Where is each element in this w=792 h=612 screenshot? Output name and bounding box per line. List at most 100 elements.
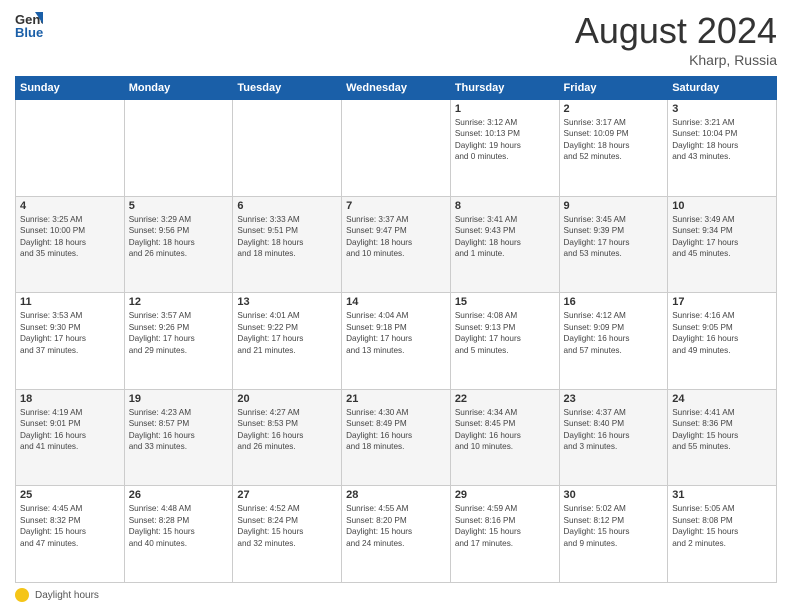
day-number: 28 — [346, 489, 446, 501]
calendar-cell: 26Sunrise: 4:48 AM Sunset: 8:28 PM Dayli… — [124, 486, 233, 583]
title-block: August 2024 Kharp, Russia — [575, 10, 777, 68]
calendar-cell — [342, 100, 451, 197]
calendar-cell: 24 Sunrise: 4:41 AM Sunset: 8:36 PM Dayli… — [668, 389, 777, 486]
calendar-cell — [16, 100, 125, 197]
calendar-cell: 4 Sunrise: 3:25 AM Sunset: 10:00 PM Dayli… — [16, 196, 125, 293]
calendar-cell: 31Sunrise: 5:05 AM Sunset: 8:08 PM Dayli… — [668, 486, 777, 583]
calendar-cell: 29 Sunrise: 4:59 AM Sunset: 8:16 PM Dayli… — [450, 486, 559, 583]
logo-icon: General Blue — [15, 10, 43, 38]
header: General Blue August 2024 Kharp, Russia — [15, 10, 777, 68]
day-info: Sunrise: 3:12 AM Sunset: 10:13 PM Daylig… — [455, 117, 555, 163]
calendar-cell: 5 Sunrise: 3:29 AM Sunset: 9:56 PM Daylig… — [124, 196, 233, 293]
calendar-table: SundayMondayTuesdayWednesdayThursdayFrid… — [15, 76, 777, 583]
day-info: Sunrise: 4:30 AM Sunset: 8:49 PM Dayligh… — [346, 407, 446, 453]
day-number: 2 — [564, 103, 664, 115]
day-number: 13 — [237, 296, 337, 308]
day-info: Sunrise: 3:21 AM Sunset: 10:04 PM Daylig… — [672, 117, 772, 163]
calendar-cell: 21 Sunrise: 4:30 AM Sunset: 8:49 PM Dayli… — [342, 389, 451, 486]
day-info: Sunrise: 3:57 AM Sunset: 9:26 PM Dayligh… — [129, 310, 229, 356]
day-number: 17 — [672, 296, 772, 308]
calendar-cell: 9Sunrise: 3:45 AM Sunset: 9:39 PM Daylig… — [559, 196, 668, 293]
calendar-header-monday: Monday — [124, 77, 233, 100]
day-number: 11 — [20, 296, 120, 308]
day-number: 26 — [129, 489, 229, 501]
day-number: 6 — [237, 200, 337, 212]
calendar-cell: 8Sunrise: 3:41 AM Sunset: 9:43 PM Daylig… — [450, 196, 559, 293]
day-number: 3 — [672, 103, 772, 115]
calendar-cell: 2 Sunrise: 3:17 AM Sunset: 10:09 PM Dayli… — [559, 100, 668, 197]
calendar-cell: 23 Sunrise: 4:37 AM Sunset: 8:40 PM Dayli… — [559, 389, 668, 486]
svg-text:Blue: Blue — [15, 25, 43, 38]
day-number: 7 — [346, 200, 446, 212]
calendar-cell: 16 Sunrise: 4:12 AM Sunset: 9:09 PM Dayli… — [559, 293, 668, 390]
sun-icon — [15, 588, 29, 602]
calendar-cell: 7Sunrise: 3:37 AM Sunset: 9:47 PM Daylig… — [342, 196, 451, 293]
day-info: Sunrise: 4:12 AM Sunset: 9:09 PM Dayligh… — [564, 310, 664, 356]
calendar-cell: 18Sunrise: 4:19 AM Sunset: 9:01 PM Dayli… — [16, 389, 125, 486]
day-number: 22 — [455, 393, 555, 405]
calendar-cell: 27 Sunrise: 4:52 AM Sunset: 8:24 PM Dayli… — [233, 486, 342, 583]
day-number: 9 — [564, 200, 664, 212]
day-number: 19 — [129, 393, 229, 405]
page: General Blue August 2024 Kharp, Russia S… — [0, 0, 792, 612]
calendar-header-friday: Friday — [559, 77, 668, 100]
day-number: 15 — [455, 296, 555, 308]
month-title: August 2024 — [575, 10, 777, 52]
calendar-header-tuesday: Tuesday — [233, 77, 342, 100]
day-number: 21 — [346, 393, 446, 405]
calendar-cell — [124, 100, 233, 197]
day-info: Sunrise: 4:59 AM Sunset: 8:16 PM Dayligh… — [455, 503, 555, 549]
day-number: 20 — [237, 393, 337, 405]
calendar-cell: 20 Sunrise: 4:27 AM Sunset: 8:53 PM Dayli… — [233, 389, 342, 486]
day-info: Sunrise: 4:52 AM Sunset: 8:24 PM Dayligh… — [237, 503, 337, 549]
calendar-header-sunday: Sunday — [16, 77, 125, 100]
day-number: 31 — [672, 489, 772, 501]
day-number: 1 — [455, 103, 555, 115]
day-number: 25 — [20, 489, 120, 501]
calendar-header-saturday: Saturday — [668, 77, 777, 100]
calendar-cell: 11 Sunrise: 3:53 AM Sunset: 9:30 PM Dayli… — [16, 293, 125, 390]
day-number: 10 — [672, 200, 772, 212]
calendar-cell: 19 Sunrise: 4:23 AM Sunset: 8:57 PM Dayli… — [124, 389, 233, 486]
calendar-week-3: 18Sunrise: 4:19 AM Sunset: 9:01 PM Dayli… — [16, 389, 777, 486]
day-number: 12 — [129, 296, 229, 308]
day-info: Sunrise: 3:49 AM Sunset: 9:34 PM Dayligh… — [672, 214, 772, 260]
day-info: Sunrise: 3:53 AM Sunset: 9:30 PM Dayligh… — [20, 310, 120, 356]
day-number: 16 — [564, 296, 664, 308]
day-number: 23 — [564, 393, 664, 405]
day-info: Sunrise: 4:27 AM Sunset: 8:53 PM Dayligh… — [237, 407, 337, 453]
day-info: Sunrise: 3:29 AM Sunset: 9:56 PM Dayligh… — [129, 214, 229, 260]
calendar-cell: 1 Sunrise: 3:12 AM Sunset: 10:13 PM Dayli… — [450, 100, 559, 197]
calendar-cell: 12 Sunrise: 3:57 AM Sunset: 9:26 PM Dayli… — [124, 293, 233, 390]
day-number: 4 — [20, 200, 120, 212]
day-info: Sunrise: 4:37 AM Sunset: 8:40 PM Dayligh… — [564, 407, 664, 453]
day-info: Sunrise: 4:23 AM Sunset: 8:57 PM Dayligh… — [129, 407, 229, 453]
calendar-cell — [233, 100, 342, 197]
calendar-cell: 14Sunrise: 4:04 AM Sunset: 9:18 PM Dayli… — [342, 293, 451, 390]
calendar-cell: 15 Sunrise: 4:08 AM Sunset: 9:13 PM Dayli… — [450, 293, 559, 390]
day-number: 27 — [237, 489, 337, 501]
day-info: Sunrise: 4:45 AM Sunset: 8:32 PM Dayligh… — [20, 503, 120, 549]
day-info: Sunrise: 3:17 AM Sunset: 10:09 PM Daylig… — [564, 117, 664, 163]
day-number: 8 — [455, 200, 555, 212]
day-info: Sunrise: 4:41 AM Sunset: 8:36 PM Dayligh… — [672, 407, 772, 453]
day-number: 29 — [455, 489, 555, 501]
day-info: Sunrise: 3:33 AM Sunset: 9:51 PM Dayligh… — [237, 214, 337, 260]
calendar-header-thursday: Thursday — [450, 77, 559, 100]
day-info: Sunrise: 3:25 AM Sunset: 10:00 PM Daylig… — [20, 214, 120, 260]
day-number: 14 — [346, 296, 446, 308]
calendar-cell: 28Sunrise: 4:55 AM Sunset: 8:20 PM Dayli… — [342, 486, 451, 583]
calendar-week-2: 11 Sunrise: 3:53 AM Sunset: 9:30 PM Dayli… — [16, 293, 777, 390]
logo: General Blue — [15, 10, 43, 38]
day-number: 5 — [129, 200, 229, 212]
day-info: Sunrise: 4:01 AM Sunset: 9:22 PM Dayligh… — [237, 310, 337, 356]
day-number: 24 — [672, 393, 772, 405]
calendar-header-wednesday: Wednesday — [342, 77, 451, 100]
calendar-cell: 10 Sunrise: 3:49 AM Sunset: 9:34 PM Dayli… — [668, 196, 777, 293]
daylight-label: Daylight hours — [35, 590, 99, 601]
day-info: Sunrise: 4:08 AM Sunset: 9:13 PM Dayligh… — [455, 310, 555, 356]
calendar-week-4: 25 Sunrise: 4:45 AM Sunset: 8:32 PM Dayli… — [16, 486, 777, 583]
calendar-header-row: SundayMondayTuesdayWednesdayThursdayFrid… — [16, 77, 777, 100]
calendar-cell: 25 Sunrise: 4:45 AM Sunset: 8:32 PM Dayli… — [16, 486, 125, 583]
location: Kharp, Russia — [575, 52, 777, 68]
